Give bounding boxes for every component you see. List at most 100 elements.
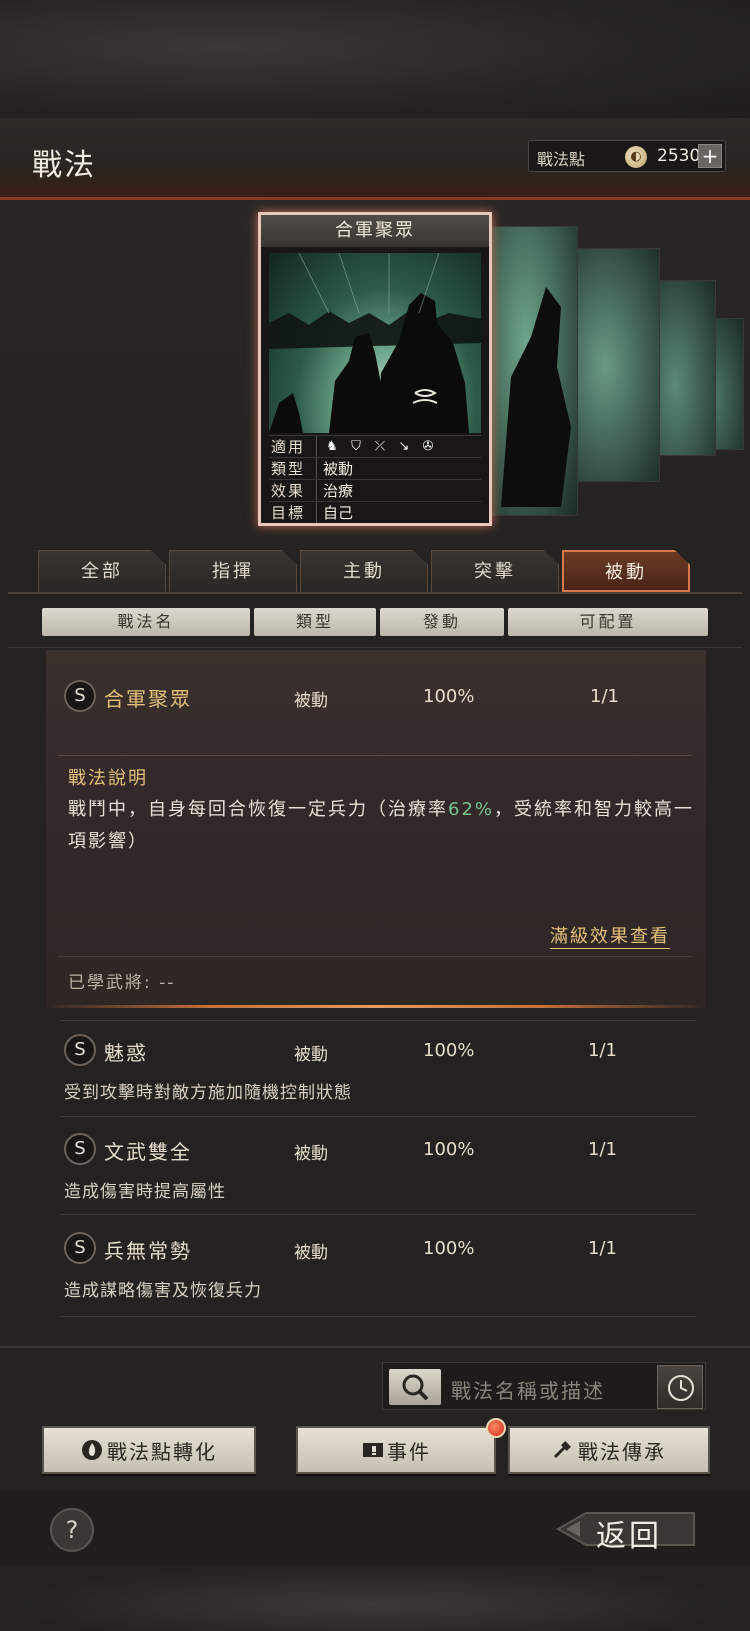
tactic-rate: 100%	[423, 1238, 475, 1259]
list-divider	[8, 647, 742, 648]
page-title: 戰法	[32, 148, 96, 183]
bottom-background	[0, 1565, 750, 1631]
warrior-silhouette	[501, 287, 571, 507]
search-input[interactable]: 戰法名稱或描述	[451, 1375, 605, 1404]
card-row-type: 類型 被動	[269, 457, 481, 479]
tactic-rate: 100%	[423, 1139, 475, 1160]
tactic-points-value: 2530	[657, 146, 701, 166]
learned-separator	[58, 956, 692, 957]
card-artwork	[269, 253, 481, 433]
category-tabs: 全部 指揮 主動 突擊 被動	[38, 550, 698, 592]
column-header-trigger[interactable]: 發動	[380, 608, 504, 636]
description-text: 戰鬥中，自身每回合恢復一定兵力（治療率62%，受統率和智力較高一項影響）	[68, 794, 698, 858]
tactic-type: 被動	[294, 1045, 328, 1065]
history-button[interactable]	[657, 1365, 703, 1409]
card-row-value: 自己	[323, 504, 354, 522]
tactic-name: 文武雙全	[104, 1140, 192, 1164]
tactic-name: 兵無常勢	[104, 1239, 192, 1263]
card-art-silhouettes	[269, 253, 481, 433]
selected-tactic-card[interactable]: 合軍聚眾 適用 ♞ ⛉ ⤫ ↘ ✇ 類型 被動 效果 治療 目標 自己	[258, 212, 492, 526]
tactic-desc: 造成傷害時提高屬性	[64, 1182, 226, 1202]
tactic-points-box: 戰法點 ◐ 2530 +	[528, 140, 726, 172]
side-card-1[interactable]	[490, 226, 578, 516]
tactic-name: 魅惑	[104, 1041, 148, 1065]
tab-active[interactable]: 主動	[300, 550, 428, 592]
events-label: 事件	[387, 1439, 431, 1464]
grade-badge: S	[64, 680, 96, 712]
siege-wheel-icon: ✇	[422, 438, 434, 454]
side-card-2[interactable]	[568, 248, 660, 482]
tactic-point-icon: ◐	[625, 146, 647, 168]
search-icon	[402, 1374, 429, 1401]
scroll-icon	[363, 1443, 383, 1457]
spear-icon: ↘	[398, 438, 410, 454]
learned-generals: 已學武將: --	[68, 973, 176, 993]
card-info: 適用 ♞ ⛉ ⤫ ↘ ✇ 類型 被動 效果 治療 目標 自己	[269, 435, 481, 523]
convert-points-button[interactable]: 戰法點轉化	[42, 1426, 256, 1474]
tactic-available: 1/1	[590, 686, 619, 707]
events-button[interactable]: 事件	[296, 1426, 496, 1474]
row-separator	[60, 1316, 696, 1317]
inherit-button[interactable]: 戰法傳承	[508, 1426, 710, 1474]
tab-divider	[8, 592, 742, 594]
column-header-available[interactable]: 可配置	[508, 608, 708, 636]
column-headers: 戰法名 類型 發動 可配置	[42, 608, 708, 636]
column-header-type[interactable]: 類型	[254, 608, 376, 636]
grade-badge: S	[64, 1034, 96, 1066]
back-button[interactable]: 返回	[555, 1503, 696, 1555]
tactic-name: 合軍聚眾	[104, 687, 192, 711]
row-separator	[60, 1020, 696, 1021]
hammer-icon	[553, 1441, 571, 1459]
grade-badge: S	[64, 1232, 96, 1264]
add-points-button[interactable]: +	[698, 144, 722, 168]
tab-command[interactable]: 指揮	[169, 550, 297, 592]
unit-icons: ♞ ⛉ ⤫ ↘ ✇	[317, 438, 437, 456]
flame-icon	[82, 1440, 102, 1460]
cavalry-icon: ♞	[326, 438, 338, 454]
expanded-separator	[58, 755, 692, 756]
bottom-divider	[0, 1346, 750, 1348]
back-label: 返回	[596, 1519, 662, 1554]
tactic-desc: 造成謀略傷害及恢復兵力	[64, 1281, 262, 1301]
card-row-applicable: 適用 ♞ ⛉ ⤫ ↘ ✇	[269, 435, 481, 457]
tactic-available: 1/1	[588, 1040, 617, 1061]
description-title: 戰法說明	[68, 768, 148, 789]
row-separator	[60, 1116, 696, 1117]
search-bar: 戰法名稱或描述	[382, 1362, 706, 1410]
column-header-name[interactable]: 戰法名	[42, 608, 250, 636]
card-row-label: 適用	[269, 436, 317, 457]
tactic-type: 被動	[294, 1144, 328, 1164]
top-background	[0, 0, 750, 118]
card-title: 合軍聚眾	[261, 215, 489, 247]
card-row-label: 類型	[269, 458, 317, 479]
tactic-type: 被動	[294, 1243, 328, 1263]
tab-all[interactable]: 全部	[38, 550, 166, 592]
tactic-type: 被動	[294, 691, 328, 711]
card-row-value: 被動	[323, 460, 354, 478]
tactic-desc: 受到攻擊時對敵方施加隨機控制狀態	[64, 1083, 352, 1103]
tactic-available: 1/1	[588, 1238, 617, 1259]
tactic-rate: 100%	[423, 1040, 475, 1061]
help-button[interactable]: ?	[50, 1508, 94, 1552]
archer-icon: ⤫	[374, 438, 386, 454]
row-separator	[60, 1214, 696, 1215]
card-row-label: 目標	[269, 502, 317, 523]
tactic-available: 1/1	[588, 1139, 617, 1160]
tactic-points-label: 戰法點	[537, 150, 586, 169]
inherit-label: 戰法傳承	[578, 1439, 666, 1464]
card-row-effect: 效果 治療	[269, 479, 481, 501]
search-button[interactable]	[389, 1369, 441, 1405]
shield-icon: ⛉	[351, 438, 361, 454]
convert-points-label: 戰法點轉化	[107, 1439, 217, 1464]
tactic-rate: 100%	[423, 686, 475, 707]
full-effect-link[interactable]: 滿級效果查看	[550, 922, 670, 949]
heal-rate-value: 62%	[448, 799, 495, 820]
description-part: 戰鬥中，自身每回合恢復一定兵力（治療率	[68, 799, 448, 820]
tab-passive[interactable]: 被動	[562, 550, 690, 592]
selection-glow	[48, 1005, 704, 1008]
grade-badge: S	[64, 1133, 96, 1165]
tab-assault[interactable]: 突擊	[431, 550, 559, 592]
clock-icon	[668, 1375, 694, 1401]
card-row-target: 目標 自己	[269, 501, 481, 523]
notification-dot	[486, 1418, 506, 1438]
